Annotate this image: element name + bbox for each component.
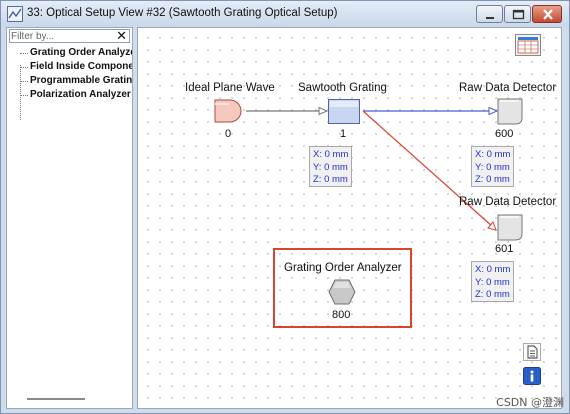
arrow-head bbox=[318, 106, 329, 116]
pos-y: Y: 0 mm bbox=[475, 276, 510, 288]
detector-600-label: Raw Data Detector bbox=[459, 82, 557, 94]
analyzer-label: Grating Order Analyzer bbox=[284, 262, 402, 274]
optical-setup-icon bbox=[7, 6, 23, 22]
detector-icon[interactable] bbox=[497, 98, 523, 125]
horizontal-scrollbar[interactable] bbox=[27, 398, 85, 400]
table-view-icon[interactable] bbox=[515, 34, 541, 56]
maximize-button[interactable] bbox=[504, 5, 531, 23]
plane-wave-source-icon[interactable] bbox=[214, 99, 246, 123]
document-icon[interactable] bbox=[523, 343, 541, 361]
detector-icon[interactable] bbox=[497, 214, 523, 241]
tree-item-grating-order-analyzer[interactable]: Grating Order Analyzer bbox=[7, 46, 132, 60]
analyzer-hexagon-icon[interactable] bbox=[328, 279, 356, 305]
pos-x: X: 0 mm bbox=[475, 149, 511, 160]
filter-box: ✕ bbox=[9, 28, 130, 44]
filter-input[interactable] bbox=[11, 30, 111, 42]
detector-601-position-box[interactable]: X: 0 mm Y: 0 mm Z: 0 mm bbox=[471, 261, 514, 302]
wave-label: Ideal Plane Wave bbox=[185, 82, 275, 94]
component-panel: ✕ Grating Order Analyzer Field Inside Co… bbox=[6, 27, 133, 409]
arrow-head bbox=[488, 106, 499, 116]
detector-600-number: 600 bbox=[495, 128, 514, 140]
pos-z: Z: 0 mm bbox=[313, 174, 348, 185]
info-icon[interactable] bbox=[523, 367, 541, 385]
tree-item-programmable-grating[interactable]: Programmable Grating bbox=[7, 74, 132, 88]
pos-y: Y: 0 mm bbox=[475, 161, 510, 173]
pos-x: X: 0 mm bbox=[475, 264, 511, 275]
close-button[interactable] bbox=[532, 5, 562, 23]
pos-y: Y: 0 mm bbox=[313, 161, 348, 173]
clear-filter-icon[interactable]: ✕ bbox=[116, 28, 127, 44]
wave-number: 0 bbox=[225, 128, 232, 140]
window-title: 33: Optical Setup View #32 (Sawtooth Gra… bbox=[27, 7, 338, 19]
grating-component-icon[interactable] bbox=[328, 99, 360, 124]
component-tree: Grating Order Analyzer Field Inside Comp… bbox=[7, 46, 132, 120]
detector-600-position-box[interactable]: X: 0 mm Y: 0 mm Z: 0 mm bbox=[471, 146, 514, 187]
tree-item-label: Grating Order Analyzer bbox=[30, 47, 132, 58]
title-bar[interactable]: 33: Optical Setup View #32 (Sawtooth Gra… bbox=[1, 1, 569, 27]
grating-position-box[interactable]: X: 0 mm Y: 0 mm Z: 0 mm bbox=[309, 146, 352, 187]
detector-601-label: Raw Data Detector bbox=[459, 196, 557, 208]
grating-number: 1 bbox=[340, 128, 347, 140]
detector-601-number: 601 bbox=[495, 243, 514, 255]
analyzer-number: 800 bbox=[332, 309, 351, 321]
tree-item-label: Programmable Grating bbox=[30, 75, 132, 86]
tree-item-field-inside-component[interactable]: Field Inside Component bbox=[7, 60, 132, 74]
tree-item-label: Polarization Analyzer bbox=[30, 89, 131, 100]
tree-item-label: Field Inside Component bbox=[30, 61, 132, 72]
pos-z: Z: 0 mm bbox=[475, 174, 510, 185]
minimize-button[interactable] bbox=[476, 5, 503, 23]
watermark-text: CSDN @澄渊 bbox=[496, 396, 564, 409]
pos-x: X: 0 mm bbox=[313, 149, 349, 160]
optical-setup-window: 33: Optical Setup View #32 (Sawtooth Gra… bbox=[0, 0, 570, 414]
pos-z: Z: 0 mm bbox=[475, 289, 510, 300]
tree-item-polarization-analyzer[interactable]: Polarization Analyzer bbox=[7, 88, 132, 102]
optical-setup-canvas[interactable]: Ideal Plane Wave 0 Sawtooth Grating 1 X:… bbox=[137, 27, 562, 409]
grating-label: Sawtooth Grating bbox=[298, 82, 387, 94]
